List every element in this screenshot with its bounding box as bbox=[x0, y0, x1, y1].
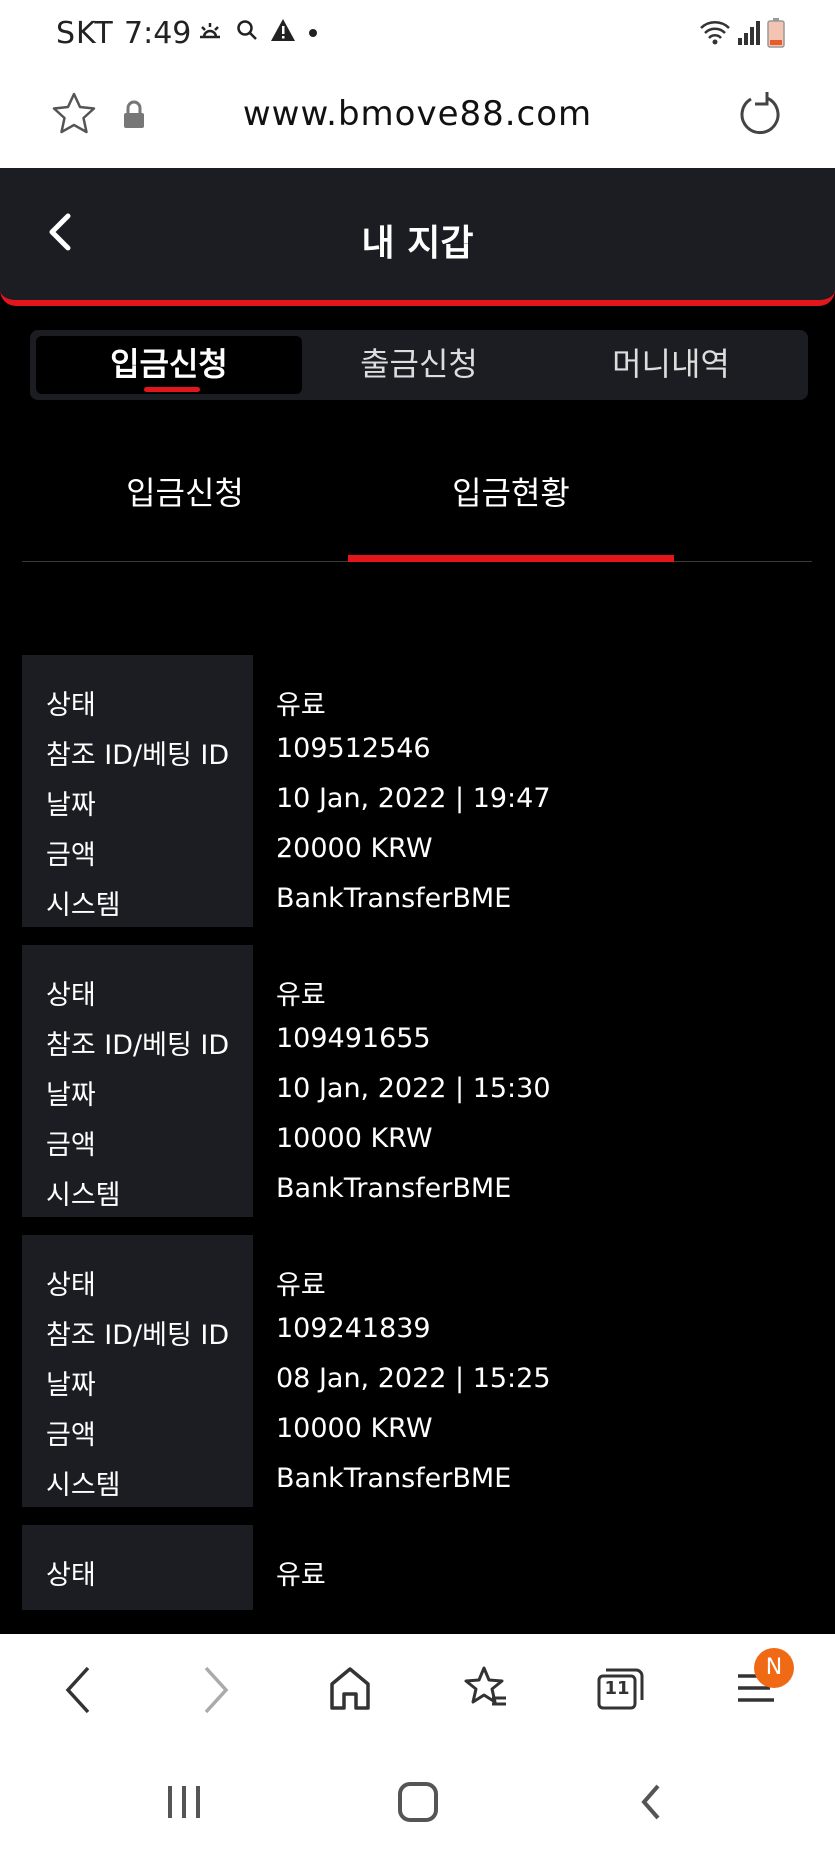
record-row-amount: 금액 10000 KRW bbox=[22, 1115, 812, 1165]
amount-value: 10000 KRW bbox=[276, 1123, 433, 1154]
ref-id-value: 109241839 bbox=[276, 1313, 431, 1344]
status-bar: SKT 7:49 bbox=[0, 0, 835, 70]
status-value: 유료 bbox=[276, 690, 326, 721]
app-header: 내 지갑 bbox=[0, 168, 835, 306]
menu-icon[interactable]: N bbox=[734, 1648, 794, 1716]
tab-label: 입금신청 bbox=[110, 345, 228, 383]
battery-icon bbox=[767, 18, 785, 52]
reload-icon[interactable] bbox=[737, 90, 785, 142]
weather-icon bbox=[196, 19, 224, 45]
carrier-label: SKT bbox=[56, 16, 114, 51]
status-value: 유료 bbox=[276, 1560, 326, 1591]
subtab-deposit-status[interactable]: 입금현황 bbox=[348, 468, 674, 514]
record-row-ref: 참조 ID/베팅 ID 109241839 bbox=[22, 1305, 812, 1355]
field-label: 금액 bbox=[46, 1130, 96, 1161]
status-value: 유료 bbox=[276, 1270, 326, 1301]
field-label: 날짜 bbox=[46, 790, 96, 821]
system-value: BankTransferBME bbox=[276, 883, 512, 914]
menu-badge: N bbox=[754, 1648, 794, 1688]
field-label: 참조 ID/베팅 ID bbox=[46, 740, 230, 771]
date-value: 10 Jan, 2022 | 15:30 bbox=[276, 1073, 551, 1104]
search-icon bbox=[236, 19, 258, 45]
record-row-status: 상태 유료 bbox=[22, 965, 812, 1015]
field-label: 상태 bbox=[46, 1270, 96, 1301]
record-card: 상태 유료 참조 ID/베팅 ID bbox=[22, 1525, 812, 1610]
record-row-date: 날짜 10 Jan, 2022 | 15:30 bbox=[22, 1065, 812, 1115]
system-value: BankTransferBME bbox=[276, 1463, 512, 1494]
tab-label: 머니내역 bbox=[612, 345, 730, 383]
record-row-system: 시스템 BankTransferBME bbox=[22, 1165, 812, 1215]
recent-apps-icon[interactable] bbox=[164, 1780, 204, 1828]
clock: 7:49 bbox=[124, 16, 192, 51]
record-row-status: 상태 유료 bbox=[22, 1255, 812, 1305]
tab-deposit-request[interactable]: 입금신청 bbox=[36, 336, 302, 394]
system-back-icon[interactable] bbox=[636, 1780, 666, 1828]
field-label: 시스템 bbox=[46, 890, 121, 921]
field-label: 상태 bbox=[46, 980, 96, 1011]
signal-icon bbox=[737, 20, 761, 50]
field-label: 참조 ID/베팅 ID bbox=[46, 1030, 230, 1061]
tabs-count: 11 bbox=[604, 1678, 630, 1699]
url-text[interactable]: www.bmove88.com bbox=[0, 94, 835, 134]
record-row-date: 날짜 08 Jan, 2022 | 15:25 bbox=[22, 1355, 812, 1405]
field-label: 상태 bbox=[46, 1560, 96, 1591]
field-label: 참조 ID/베팅 ID bbox=[46, 1603, 229, 1610]
field-label: 날짜 bbox=[46, 1370, 96, 1401]
record-row-system: 시스템 BankTransferBME bbox=[22, 875, 812, 925]
field-label: 상태 bbox=[46, 690, 96, 721]
browser-back-icon[interactable] bbox=[62, 1664, 94, 1720]
bookmarks-icon[interactable] bbox=[462, 1664, 510, 1716]
record-row-status: 상태 유료 bbox=[22, 1545, 812, 1595]
record-row-ref: 참조 ID/베팅 ID 109512546 bbox=[22, 725, 812, 775]
ref-id-value: 109491655 bbox=[276, 1023, 431, 1054]
subtab-active-indicator bbox=[348, 555, 674, 562]
system-value: BankTransferBME bbox=[276, 1173, 512, 1204]
deposit-records-list: 상태 유료 참조 ID/베팅 ID 109512546 날짜 10 Jan, 2022… bbox=[22, 655, 812, 1610]
main-tabs: 입금신청 출금신청 머니내역 bbox=[30, 330, 808, 400]
record-card: 상태 유료 참조 ID/베팅 ID 109491655 날짜 10 Jan, 2022… bbox=[22, 945, 812, 1217]
wifi-icon bbox=[699, 20, 731, 50]
field-label: 참조 ID/베팅 ID bbox=[46, 1320, 230, 1351]
amount-value: 20000 KRW bbox=[276, 833, 433, 864]
record-row-ref: 참조 ID/베팅 ID 109491655 bbox=[22, 1015, 812, 1065]
amount-value: 10000 KRW bbox=[276, 1413, 433, 1444]
tab-withdraw-request[interactable]: 출금신청 bbox=[286, 336, 552, 394]
field-label: 금액 bbox=[46, 840, 96, 871]
record-row-ref: 참조 ID/베팅 ID bbox=[22, 1595, 812, 1610]
ref-id-value: 109512546 bbox=[276, 733, 431, 764]
dot-icon bbox=[308, 23, 318, 42]
field-label: 시스템 bbox=[46, 1180, 121, 1211]
record-row-amount: 금액 10000 KRW bbox=[22, 1405, 812, 1455]
record-row-amount: 금액 20000 KRW bbox=[22, 825, 812, 875]
field-label: 시스템 bbox=[46, 1470, 121, 1501]
record-row-date: 날짜 10 Jan, 2022 | 19:47 bbox=[22, 775, 812, 825]
browser-bottom-nav: 11 N bbox=[0, 1634, 835, 1752]
record-row-status: 상태 유료 bbox=[22, 675, 812, 725]
subtab-deposit-request[interactable]: 입금신청 bbox=[22, 468, 348, 514]
warning-icon bbox=[270, 18, 296, 46]
date-value: 08 Jan, 2022 | 15:25 bbox=[276, 1363, 551, 1394]
system-nav-bar bbox=[0, 1752, 835, 1856]
sub-tabs: 입금신청 입금현황 bbox=[22, 450, 812, 562]
tab-label: 출금신청 bbox=[360, 345, 478, 383]
tab-money-history[interactable]: 머니내역 bbox=[538, 336, 804, 394]
home-button-icon[interactable] bbox=[396, 1780, 440, 1828]
active-tab-indicator bbox=[144, 387, 200, 392]
browser-url-bar: www.bmove88.com bbox=[0, 70, 835, 168]
record-card: 상태 유료 참조 ID/베팅 ID 109512546 날짜 10 Jan, 2022… bbox=[22, 655, 812, 927]
home-icon[interactable] bbox=[328, 1664, 372, 1716]
browser-forward-icon[interactable] bbox=[200, 1664, 232, 1720]
record-row-system: 시스템 BankTransferBME bbox=[22, 1455, 812, 1505]
tabs-icon[interactable]: 11 bbox=[596, 1664, 646, 1716]
page-title: 내 지갑 bbox=[361, 223, 474, 264]
status-value: 유료 bbox=[276, 980, 326, 1011]
date-value: 10 Jan, 2022 | 19:47 bbox=[276, 783, 551, 814]
field-label: 금액 bbox=[46, 1420, 96, 1451]
record-card: 상태 유료 참조 ID/베팅 ID 109241839 날짜 08 Jan, 2022… bbox=[22, 1235, 812, 1507]
field-label: 날짜 bbox=[46, 1080, 96, 1111]
